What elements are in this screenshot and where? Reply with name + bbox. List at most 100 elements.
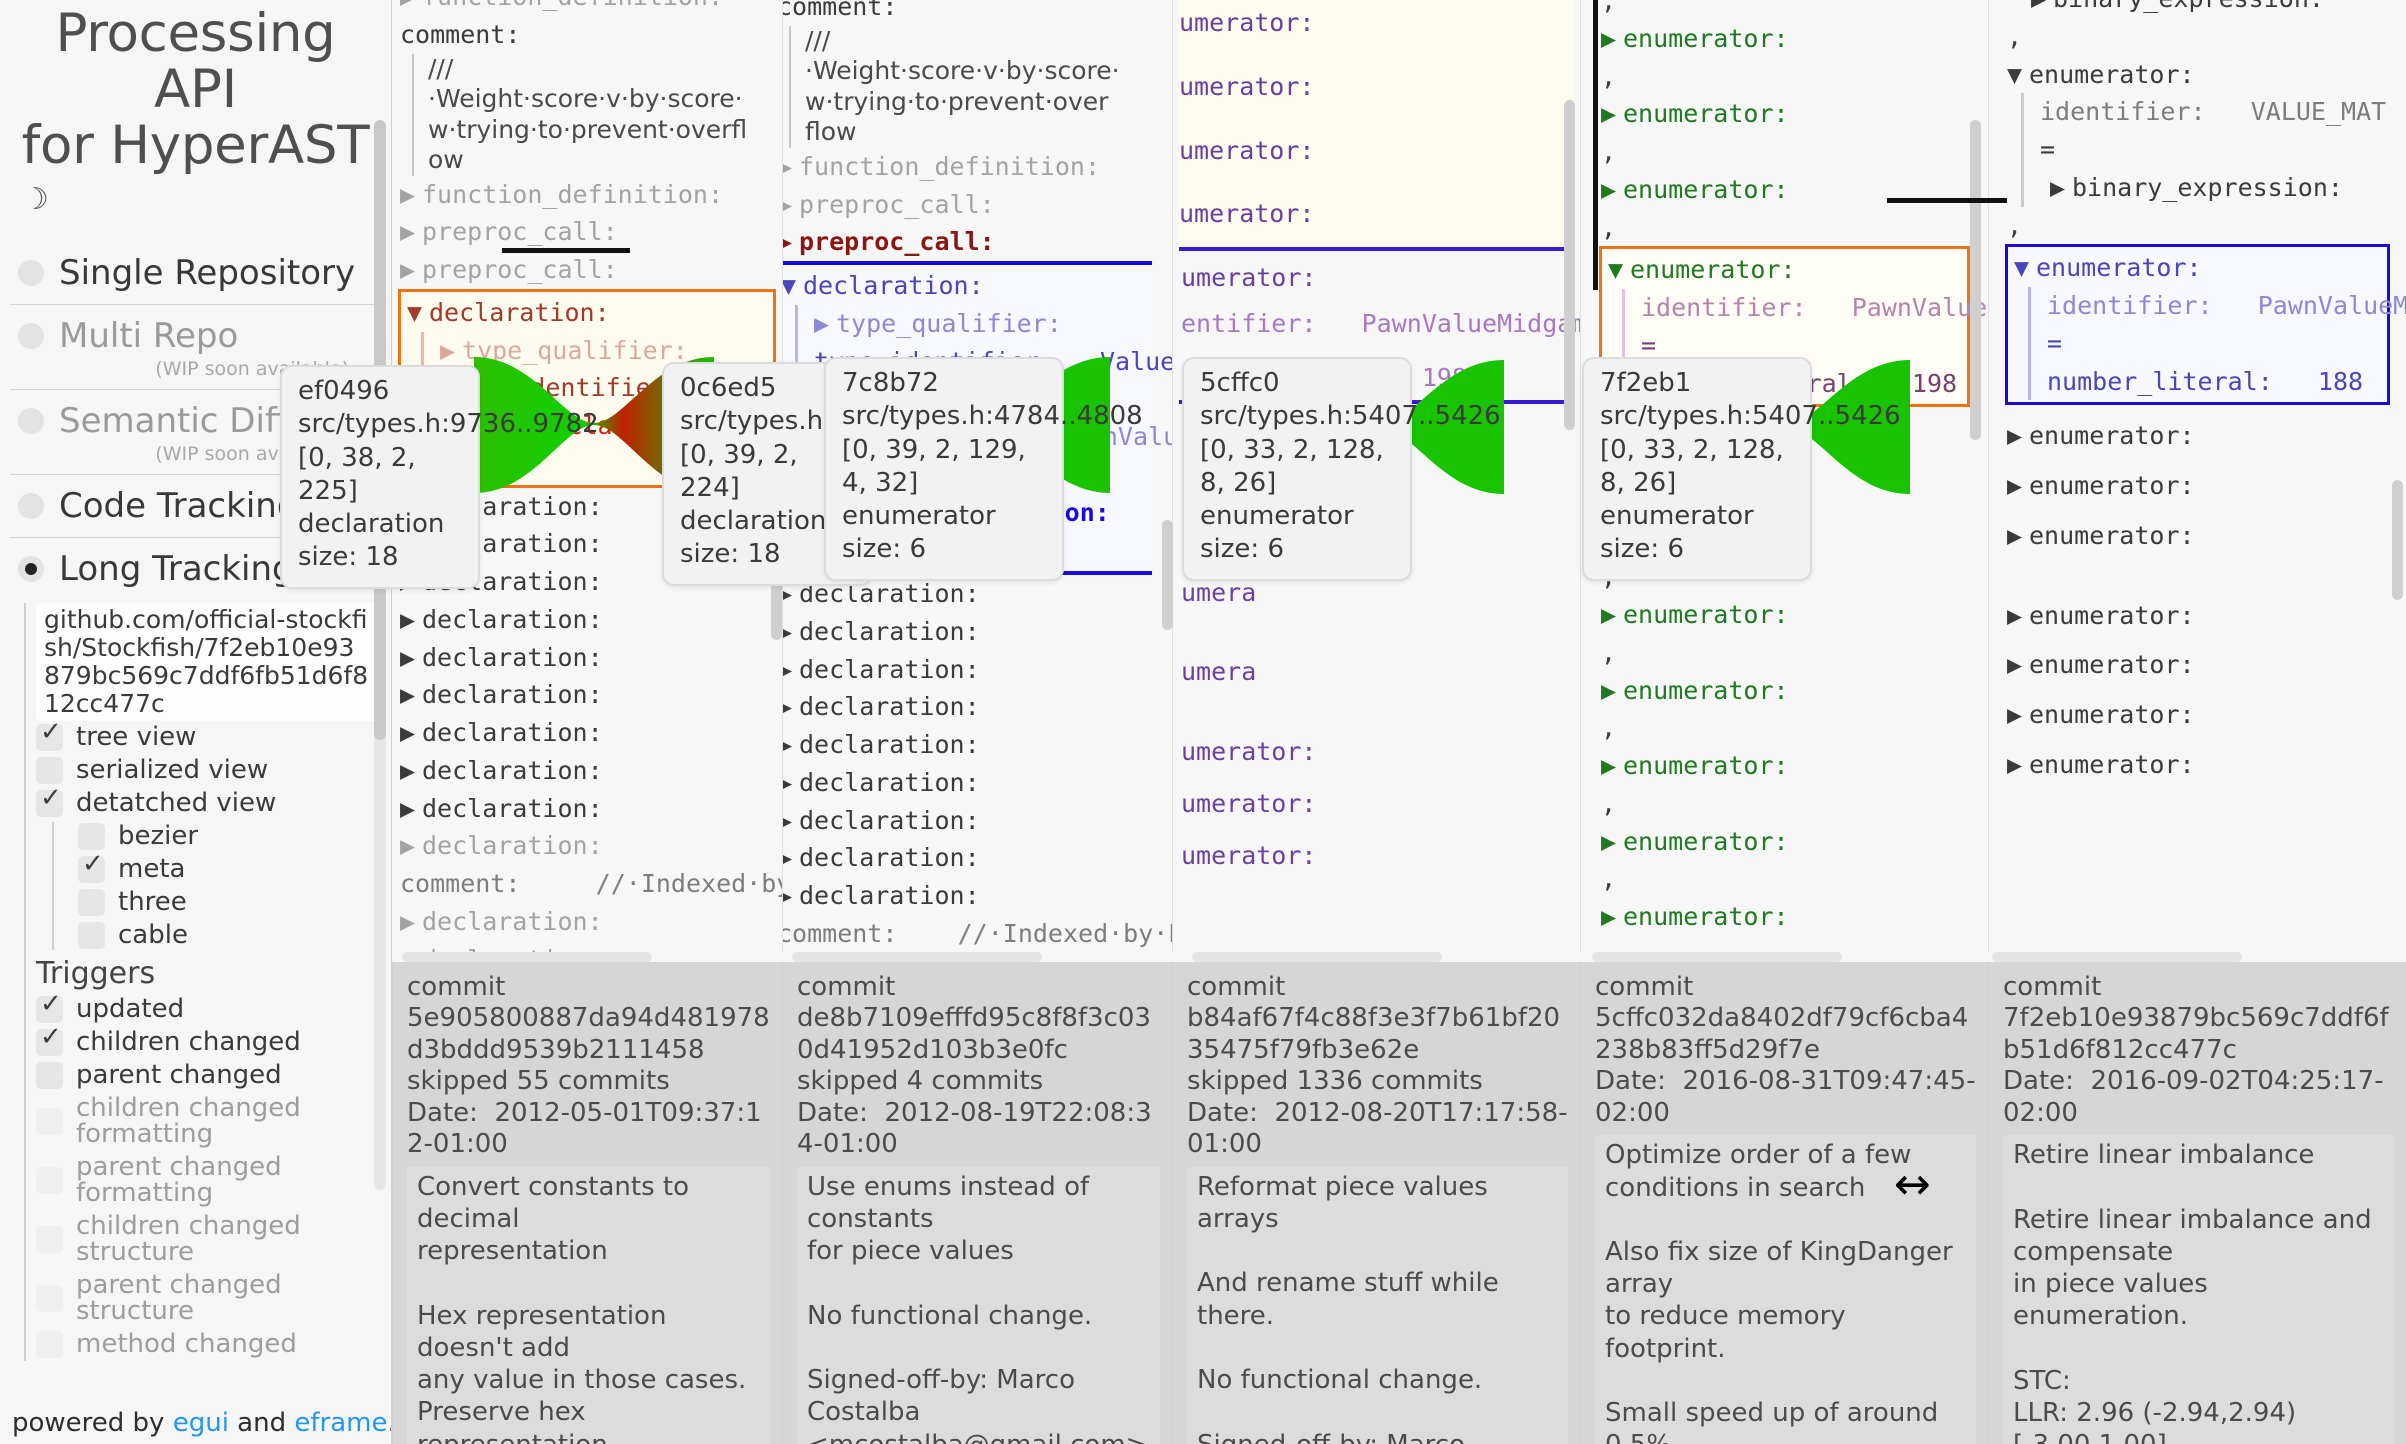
checkbox-icon-bezier[interactable] <box>78 822 105 850</box>
chevron-right-icon[interactable]: ▶ <box>783 804 799 838</box>
chevron-right-icon[interactable]: ▶ <box>1601 900 1623 934</box>
tree-node[interactable]: ▶declaration: <box>398 752 776 790</box>
chevron-right-icon[interactable]: ▶ <box>1601 749 1623 783</box>
chevron-right-icon[interactable]: ▶ <box>1601 598 1623 632</box>
radio-icon-single-repository[interactable] <box>18 259 44 286</box>
tree-node[interactable]: ▶enumerator: <box>1599 747 1970 785</box>
chevron-right-icon[interactable]: ▶ <box>400 754 422 788</box>
chevron-right-icon[interactable]: ▶ <box>400 943 422 953</box>
tree-node[interactable]: , <box>1599 133 1970 171</box>
tree-node[interactable]: , <box>1599 58 1970 96</box>
checkbox-children-changed[interactable]: children changed <box>26 1024 391 1059</box>
tree-node[interactable]: ▶enumerator: <box>2005 405 2390 455</box>
tree-node[interactable]: , <box>1599 0 1970 20</box>
tree-node[interactable]: , <box>1599 634 1970 672</box>
chevron-right-icon[interactable]: ▶ <box>400 178 422 212</box>
checkbox-icon-method-changed[interactable] <box>36 1330 63 1358</box>
checkbox-children-changed-structure[interactable]: children changed structure <box>26 1210 391 1269</box>
radio-icon-long-tracking[interactable] <box>18 555 44 582</box>
checkbox-icon-parent-changed[interactable] <box>36 1061 63 1089</box>
chevron-down-icon[interactable]: ▼ <box>2014 251 2036 285</box>
commit-panel-1[interactable]: commit 5e905800887da94d481978d3bddd9539b… <box>392 962 782 1444</box>
tree-node[interactable]: entifier: PawnValueMidgame <box>1179 297 1580 343</box>
chevron-right-icon[interactable]: ▶ <box>783 690 799 724</box>
chevron-right-icon[interactable]: ▶ <box>400 603 422 637</box>
checkbox-children-changed-formatting[interactable]: children changed formatting <box>26 1092 391 1151</box>
chevron-right-icon[interactable]: ▶ <box>2007 519 2029 553</box>
tree-node[interactable]: ▶enumerator: <box>1599 20 1970 58</box>
chevron-down-icon[interactable]: ▼ <box>783 269 803 303</box>
tree-node[interactable]: comment: <box>398 16 776 54</box>
column-4-scrollbar[interactable] <box>1970 120 1981 440</box>
chevron-right-icon[interactable]: ▶ <box>783 841 799 875</box>
commit-panel-5[interactable]: commit 7f2eb10e93879bc569c7ddf6fb51d6f81… <box>1988 962 2406 1444</box>
tree-node[interactable]: ▼ enumerator: <box>2012 249 2387 287</box>
tree-node[interactable]: ▶declaration: <box>398 941 776 953</box>
checkbox-icon-tree-view[interactable] <box>36 719 63 751</box>
tree-node[interactable]: ▶preproc_call: <box>398 213 776 251</box>
chevron-right-icon[interactable]: ▶ <box>783 150 799 184</box>
tree-node[interactable]: umera <box>1179 611 1574 691</box>
tree-node[interactable]: ▶declaration: <box>783 688 1152 726</box>
tree-node[interactable]: ▶declaration: <box>783 839 1152 877</box>
column-5-scrollbar[interactable] <box>2392 480 2403 600</box>
radio-icon-semantic-diff[interactable] <box>18 407 44 434</box>
sidebar-scrollbar[interactable] <box>374 120 386 1190</box>
tree-node[interactable]: , <box>1599 860 1970 898</box>
tree-node[interactable]: ▶function_definition: <box>783 148 1152 186</box>
commit-scroll-thumb-4[interactable] <box>1592 952 1842 962</box>
chevron-right-icon[interactable]: ▶ <box>783 615 799 649</box>
tree-node[interactable]: ▼ enumerator: <box>2005 56 2390 94</box>
tree-node[interactable]: , <box>2005 207 2390 245</box>
tree-node[interactable]: , <box>2005 18 2390 56</box>
checkbox-icon-meta[interactable] <box>78 851 105 883</box>
chevron-right-icon[interactable]: ▶ <box>2007 698 2029 732</box>
checkbox-detatched-view[interactable]: detatched view <box>26 785 391 820</box>
tree-node[interactable]: , <box>1599 785 1970 823</box>
tree-highlight-enumerator[interactable]: ▼enumerator: identifier: PawnValueM = nu… <box>2005 244 2406 406</box>
chevron-right-icon[interactable]: ▶ <box>1601 173 1623 207</box>
tree-node[interactable]: number_literal: 188 <box>2045 363 2387 401</box>
chevron-right-icon[interactable]: ▶ <box>400 641 422 675</box>
tree-node[interactable]: umerator: <box>1179 0 1574 56</box>
tree-node[interactable]: ▶declaration: <box>398 790 776 828</box>
commit-scroll-thumb-5[interactable] <box>1992 952 2242 962</box>
checkbox-icon-cable[interactable] <box>78 921 105 949</box>
checkbox-parent-changed-structure[interactable]: parent changed structure <box>26 1269 391 1328</box>
tree-node[interactable]: ▶enumerator: <box>2005 555 2390 635</box>
checkbox-parent-changed-formatting[interactable]: parent changed formatting <box>26 1151 391 1210</box>
tree-node[interactable]: ▶binary_expression: <box>2038 169 2390 207</box>
checkbox-icon-serialized-view[interactable] <box>36 756 63 784</box>
moon-icon[interactable]: ☽ <box>22 184 49 215</box>
checkbox-serialized-view[interactable]: serialized view <box>26 754 391 787</box>
tree-node[interactable]: ▶enumerator: <box>2005 684 2390 734</box>
tree-node[interactable]: ▶binary_expression: <box>2005 0 2390 18</box>
chevron-right-icon[interactable]: ▶ <box>783 653 799 687</box>
chevron-right-icon[interactable]: ▶ <box>400 0 422 14</box>
tree-node[interactable]: umerator: <box>1179 251 1574 297</box>
chevron-right-icon[interactable]: ▶ <box>783 225 799 259</box>
commit-scroll-thumb-2[interactable] <box>792 952 1042 962</box>
chevron-down-icon[interactable]: ▼ <box>1608 253 1630 287</box>
tree-node[interactable]: ▶function_definition: <box>398 176 776 214</box>
tree-highlight-enum-group[interactable]: umerator: umerator: umerator: umerator: <box>1179 0 1574 251</box>
tree-node[interactable]: comment: //·Indexed·by·Piece·or· <box>783 915 1172 952</box>
chevron-right-icon[interactable]: ▶ <box>1601 97 1623 131</box>
radio-icon-code-tracking[interactable] <box>18 492 44 519</box>
chevron-right-icon[interactable]: ▶ <box>2007 419 2029 453</box>
chevron-right-icon[interactable]: ▶ <box>783 728 799 762</box>
chevron-right-icon[interactable]: ▶ <box>2007 469 2029 503</box>
tree-node[interactable]: ▼ declaration: <box>783 267 1152 305</box>
chevron-right-icon[interactable]: ▶ <box>400 716 422 750</box>
chevron-down-icon[interactable]: ▼ <box>2007 58 2029 92</box>
checkbox-icon-children-changed-structure[interactable] <box>36 1225 63 1253</box>
chevron-right-icon[interactable]: ▶ <box>783 188 799 222</box>
eframe-link[interactable]: eframe <box>294 1408 387 1438</box>
theme-toggle[interactable]: ☽ <box>0 175 391 219</box>
tree-node[interactable]: ▶declaration: <box>398 601 776 639</box>
column-2-scrollbar[interactable] <box>1162 520 1173 630</box>
tree-node[interactable]: ▶declaration: <box>783 877 1152 915</box>
chevron-right-icon[interactable]: ▶ <box>400 792 422 826</box>
chevron-right-icon[interactable]: ▶ <box>2031 0 2053 16</box>
chevron-right-icon[interactable]: ▶ <box>400 253 422 287</box>
